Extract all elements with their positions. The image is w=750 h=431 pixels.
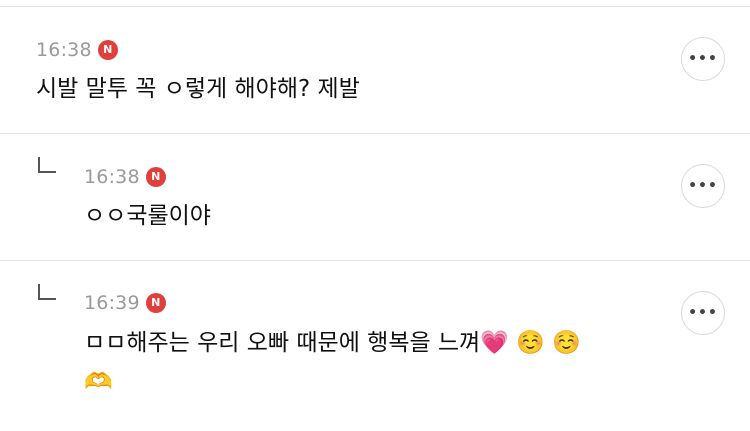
comment-time: 16:39 [84, 292, 140, 314]
more-options-button[interactable]: ••• [681, 291, 725, 335]
comment-text-line1: ㅁㅁ해주는 우리 오빠 때문에 행복을 느껴💗 ☺️ ☺️ [84, 330, 581, 356]
comment-text: ㅇㅇ국룰이야 [84, 203, 211, 229]
more-options-button[interactable]: ••• [681, 37, 725, 81]
comment-divider [0, 133, 750, 134]
reply-arrow-icon [38, 284, 56, 300]
reply-arrow-icon [38, 157, 56, 173]
comment-meta: 16:39 N [84, 292, 166, 314]
more-icon: ••• [688, 51, 718, 67]
top-divider [0, 6, 750, 7]
new-badge: N [145, 293, 166, 313]
comment-text-line2: 🫶 [84, 369, 113, 395]
new-badge: N [145, 167, 166, 187]
comment-divider [0, 260, 750, 261]
comment-time: 16:38 [84, 166, 140, 188]
more-options-button[interactable]: ••• [681, 164, 725, 208]
more-icon: ••• [688, 305, 718, 321]
comment-meta: 16:38 N [36, 39, 118, 61]
more-icon: ••• [688, 178, 718, 194]
comment-meta: 16:38 N [84, 166, 166, 188]
new-badge: N [97, 40, 118, 60]
comment-text: 시발 말투 꼭 ㅇ렇게 해야해? 제발 [36, 76, 360, 102]
comment-time: 16:38 [36, 39, 92, 61]
